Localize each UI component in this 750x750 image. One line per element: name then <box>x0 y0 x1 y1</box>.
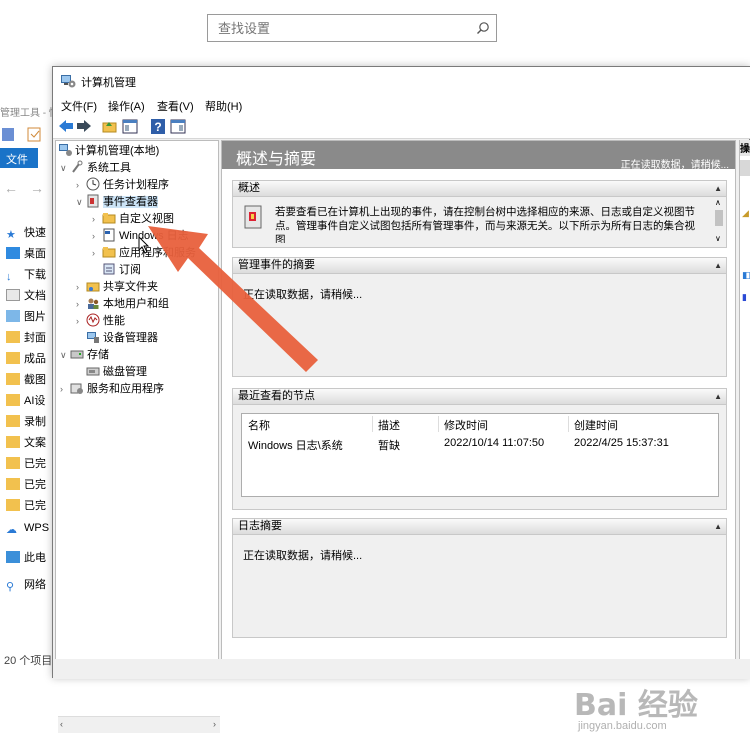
watermark-url: jingyan.baidu.com <box>578 720 667 732</box>
watermark-logo: Bai 经验 <box>574 688 698 723</box>
baidu-jingyan-watermark: Bai 经验 jingyan.baidu.com <box>574 680 698 732</box>
mouse-cursor-icon <box>138 236 150 254</box>
annotation-arrow <box>148 226 318 372</box>
